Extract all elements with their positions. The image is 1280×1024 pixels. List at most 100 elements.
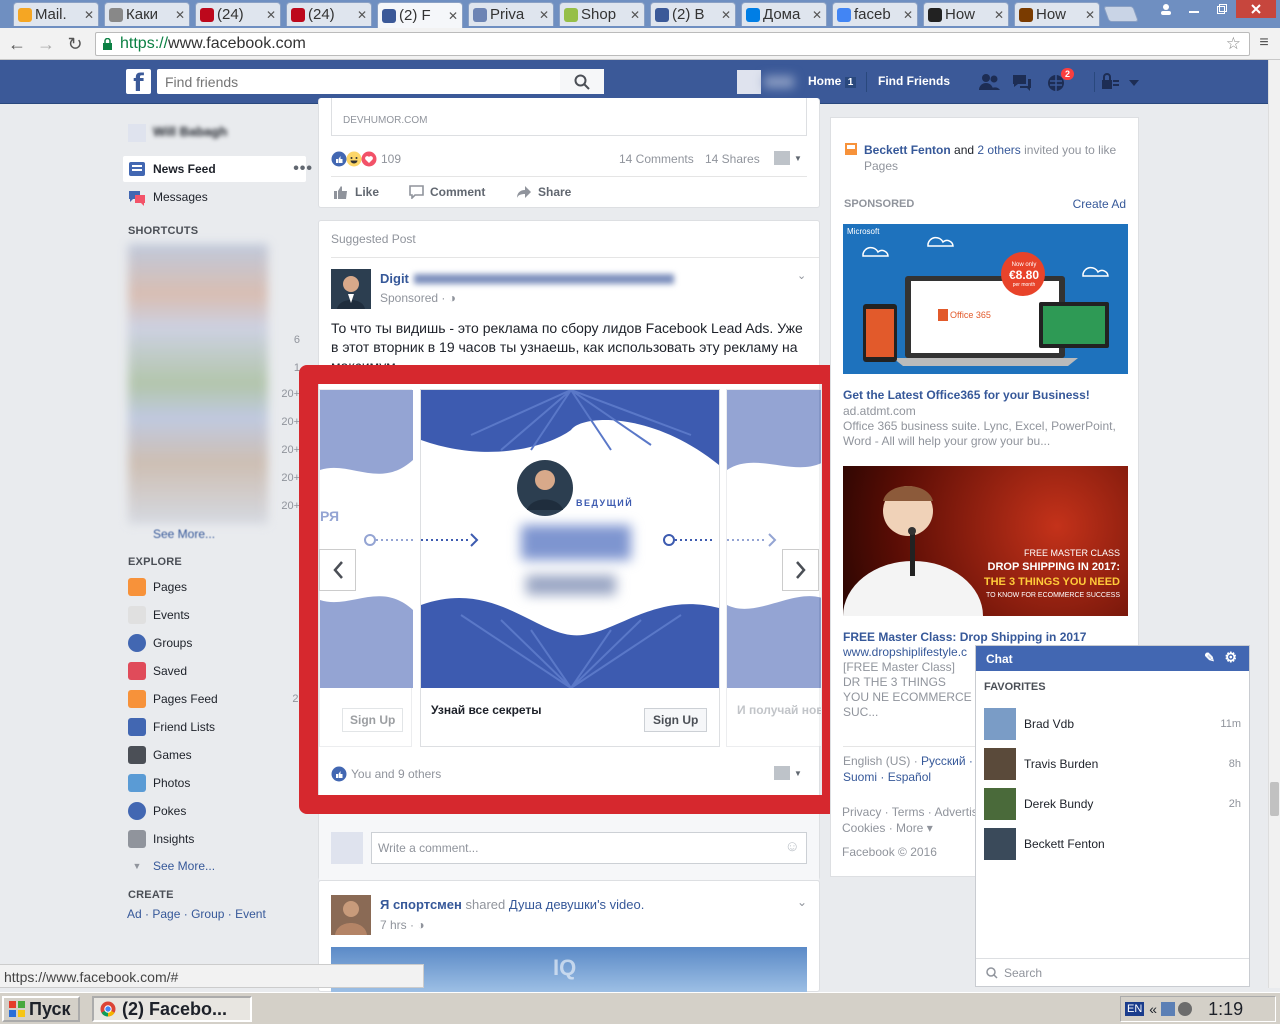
sidebar-item-saved[interactable]: Saved 3: [128, 660, 311, 682]
create-ad-link[interactable]: Ad: [127, 907, 142, 921]
comments-count[interactable]: 14 Comments: [619, 152, 694, 166]
comment-button[interactable]: Comment: [409, 185, 485, 199]
facebook-logo[interactable]: f: [126, 69, 151, 97]
post-likes-summary[interactable]: You and 9 others: [331, 766, 441, 782]
ad-dropship-image[interactable]: FREE MASTER CLASS DROP SHIPPING IN 2017:…: [843, 466, 1128, 616]
carousel-card-active[interactable]: ВЕДУЩИЙ Узнай все секреты Sign Up: [420, 389, 720, 747]
comment-input[interactable]: Write a comment... ☺: [371, 832, 807, 864]
browser-tab[interactable]: (2) B ✕: [650, 2, 736, 26]
create-group-link[interactable]: Group: [191, 907, 224, 921]
share-button[interactable]: Share: [516, 185, 571, 199]
page-scrollbar[interactable]: [1268, 60, 1280, 988]
scrollbar-thumb[interactable]: [1270, 782, 1279, 816]
user-name[interactable]: Will Babagh: [153, 124, 227, 139]
browser-tab[interactable]: Каки ✕: [104, 2, 190, 26]
bookmark-star-icon[interactable]: ☆: [1226, 34, 1241, 54]
sidebar-item-news-feed[interactable]: News Feed •••: [128, 158, 312, 180]
carousel-prev-button[interactable]: [319, 549, 356, 591]
browser-tab[interactable]: Shop ✕: [559, 2, 645, 26]
close-window-icon[interactable]: [1236, 0, 1276, 18]
shortcuts-see-more[interactable]: See More...: [153, 527, 215, 541]
sidebar-item-games[interactable]: Games: [128, 744, 303, 766]
new-message-icon[interactable]: ✎: [1204, 650, 1215, 666]
user-avatar[interactable]: [128, 124, 146, 142]
chat-friend[interactable]: Travis Burden 8h: [984, 747, 1241, 781]
menu-icon[interactable]: ≡: [1254, 34, 1274, 52]
like-button[interactable]: Like: [333, 185, 379, 199]
author-avatar[interactable]: [331, 895, 371, 935]
browser-tab[interactable]: How ✕: [923, 2, 1009, 26]
ad2-title[interactable]: FREE Master Class: Drop Shipping in 2017: [843, 630, 1086, 644]
minimize-icon[interactable]: [1180, 0, 1208, 18]
chat-search[interactable]: Search: [976, 958, 1249, 986]
forward-arrow-icon[interactable]: →: [36, 34, 56, 55]
link-preview[interactable]: DEVHUMOR.COM: [331, 98, 807, 136]
address-bar[interactable]: https://www.facebook.com ☆: [95, 32, 1250, 56]
browser-tab[interactable]: Mail. ✕: [13, 2, 99, 26]
create-page-link[interactable]: Page: [152, 907, 180, 921]
close-tab-icon[interactable]: ✕: [903, 8, 913, 22]
post-audience-selector[interactable]: ▼: [774, 766, 802, 780]
close-tab-icon[interactable]: ✕: [175, 8, 185, 22]
create-ad-link[interactable]: Create Ad: [1073, 197, 1126, 211]
lang-russian[interactable]: Русский ·: [921, 754, 973, 768]
reactions-summary[interactable]: 109: [331, 151, 401, 167]
lang-suomi[interactable]: Suomi ·: [843, 770, 884, 784]
shared-source[interactable]: Душа девушки: [509, 897, 597, 912]
lang-espanol[interactable]: Español: [888, 770, 931, 784]
tray-expand-icon[interactable]: «: [1149, 1001, 1157, 1017]
sidebar-item-photos[interactable]: Photos: [128, 772, 303, 794]
author-name[interactable]: Я спортсмен: [380, 897, 462, 912]
carousel-prev-signup[interactable]: Sign Up: [342, 708, 404, 732]
sidebar-item-friend-lists[interactable]: Friend Lists: [128, 716, 303, 738]
find-friends-link[interactable]: Find Friends: [878, 74, 950, 88]
close-tab-icon[interactable]: ✕: [266, 8, 276, 22]
chat-header[interactable]: Chat ✎ ⚙: [976, 646, 1249, 671]
close-tab-icon[interactable]: ✕: [812, 8, 822, 22]
close-tab-icon[interactable]: ✕: [448, 9, 458, 23]
sidebar-item-messages[interactable]: Messages: [128, 186, 303, 208]
language-indicator[interactable]: EN: [1125, 1002, 1145, 1016]
browser-tab[interactable]: (24) ✕: [286, 2, 372, 26]
close-tab-icon[interactable]: ✕: [630, 8, 640, 22]
taskbar-item-chrome[interactable]: (2) Facebo...: [92, 996, 252, 1022]
inviter-name[interactable]: Beckett Fenton: [864, 143, 951, 157]
page-name[interactable]: Digit: [380, 271, 409, 286]
close-tab-icon[interactable]: ✕: [721, 8, 731, 22]
close-tab-icon[interactable]: ✕: [994, 8, 1004, 22]
browser-tab[interactable]: Priva ✕: [468, 2, 554, 26]
home-link[interactable]: Home 1: [808, 74, 857, 88]
post-options-chevron-icon[interactable]: ⌄: [797, 269, 806, 282]
ad1-title[interactable]: Get the Latest Office365 for your Busine…: [843, 388, 1090, 402]
browser-tab[interactable]: How ✕: [1014, 2, 1100, 26]
privacy-lock-icon[interactable]: [1100, 72, 1122, 92]
emoji-icon[interactable]: ☺: [785, 838, 800, 855]
sidebar-item-events[interactable]: Events: [128, 604, 303, 626]
sidebar-item-pages[interactable]: Pages: [128, 576, 303, 598]
sidebar-item-pokes[interactable]: Pokes: [128, 800, 303, 822]
account-menu-arrow-icon[interactable]: [1125, 72, 1147, 92]
messages-icon[interactable]: [1011, 72, 1033, 92]
browser-tab[interactable]: (2) F ✕: [377, 2, 463, 28]
sidebar-item-pages-feed[interactable]: Pages Feed 20+: [128, 688, 311, 710]
explore-see-more[interactable]: ▼ See More...: [128, 855, 303, 877]
next-post-chevron-icon[interactable]: ⌄: [797, 895, 807, 909]
profile-icon[interactable]: [1152, 0, 1180, 18]
volume-icon[interactable]: [1178, 1002, 1193, 1016]
back-arrow-icon[interactable]: ←: [7, 34, 27, 55]
sidebar-item-insights[interactable]: Insights: [128, 828, 303, 850]
network-icon[interactable]: [1161, 1002, 1176, 1016]
start-button[interactable]: Пуск: [2, 996, 80, 1022]
footer-links-2[interactable]: Cookies · More ▾: [842, 821, 933, 835]
post-time[interactable]: 7 hrs · ◑: [380, 918, 425, 932]
friend-requests-icon[interactable]: [978, 72, 1000, 92]
create-event-link[interactable]: Event: [235, 907, 266, 921]
shares-count[interactable]: 14 Shares: [705, 152, 760, 166]
close-tab-icon[interactable]: ✕: [84, 8, 94, 22]
browser-tab[interactable]: faceb ✕: [832, 2, 918, 26]
chat-settings-gear-icon[interactable]: ⚙: [1224, 649, 1237, 666]
reload-icon[interactable]: ↻: [65, 34, 85, 55]
chat-friend[interactable]: Derek Bundy 2h: [984, 787, 1241, 821]
chat-friend[interactable]: Beckett Fenton: [984, 827, 1241, 861]
new-tab-button[interactable]: [1103, 6, 1139, 22]
